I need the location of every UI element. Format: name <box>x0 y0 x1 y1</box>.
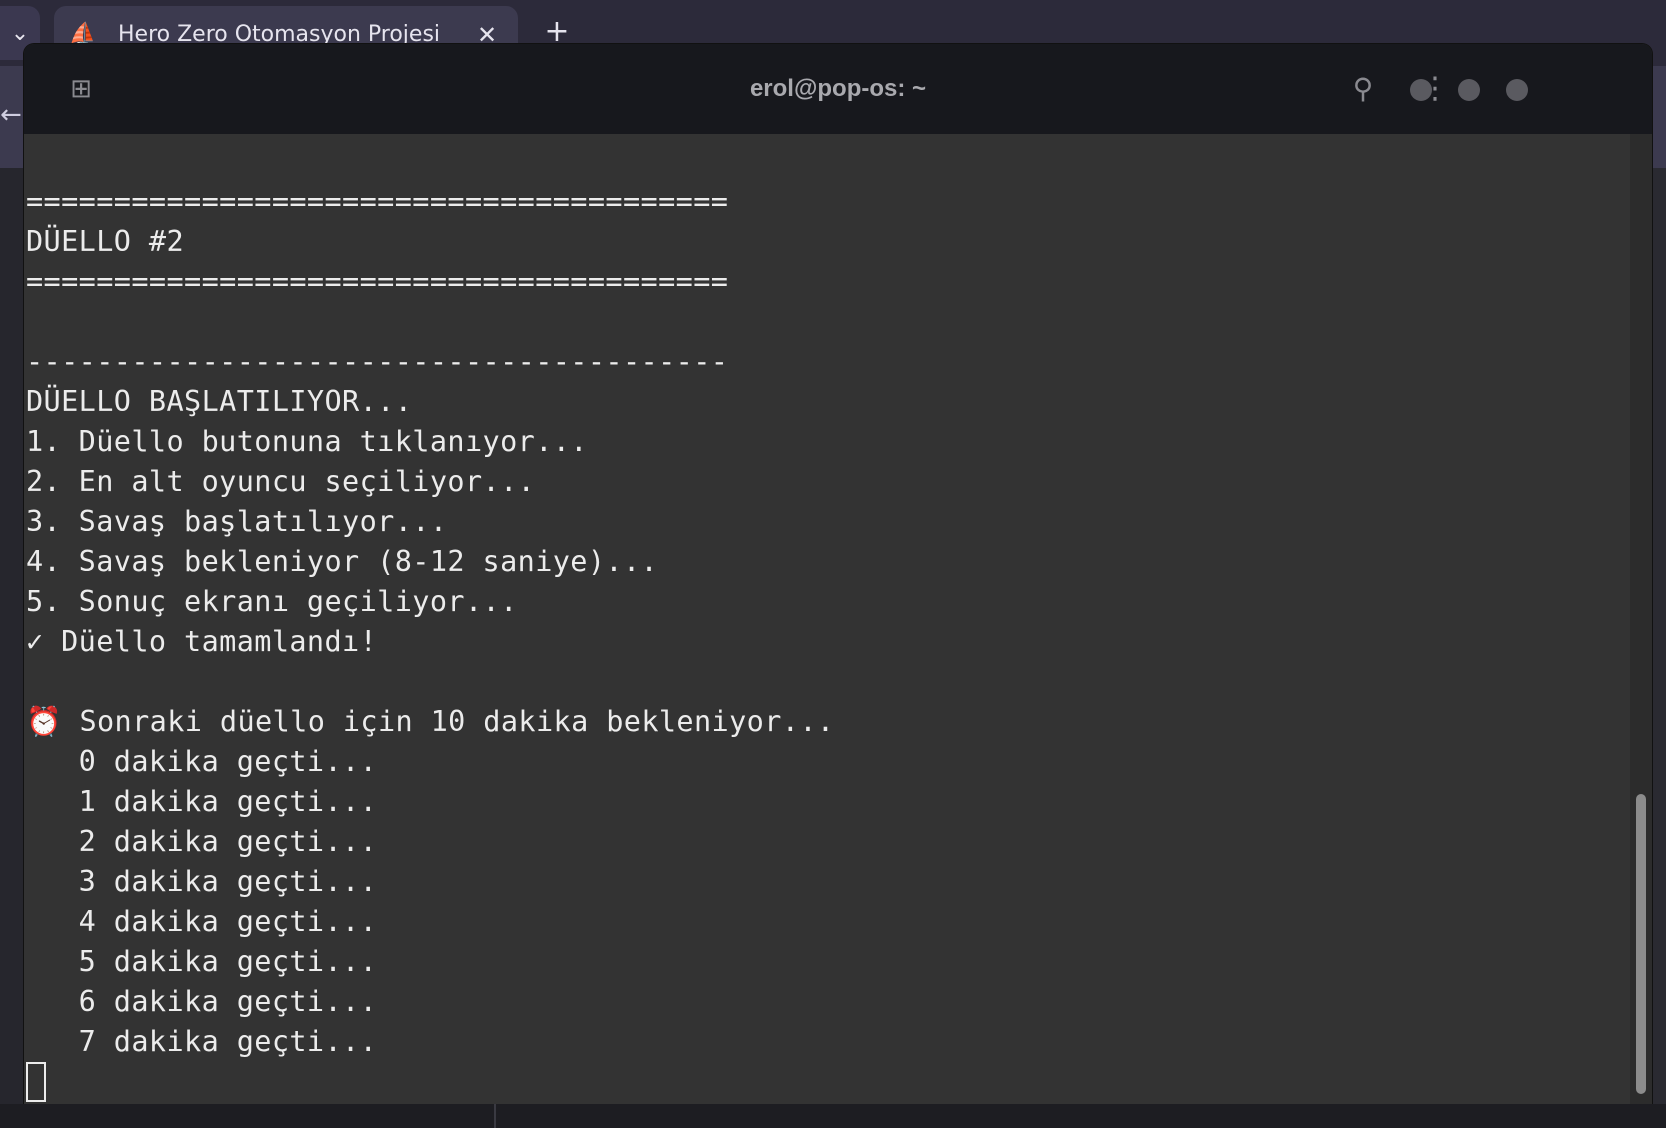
terminal-window: ⊞ erol@pop-os: ~ ⚲ ⋮ ===================… <box>24 44 1652 1104</box>
divider <box>494 1104 496 1128</box>
window-title: erol@pop-os: ~ <box>749 75 927 102</box>
terminal-line: 4 dakika geçti... <box>26 905 378 938</box>
terminal-line: 7 dakika geçti... <box>26 1025 378 1058</box>
back-arrow-icon[interactable]: ← <box>0 100 24 140</box>
terminal-line: 2. En alt oyuncu seçiliyor... <box>26 465 536 498</box>
terminal-output[interactable]: ========================================… <box>26 182 1616 1102</box>
terminal-line: 5 dakika geçti... <box>26 945 378 978</box>
terminal-line: 4. Savaş bekleniyor (8-12 saniye)... <box>26 545 659 578</box>
terminal-line: DÜELLO #2 <box>26 225 185 258</box>
prompt-line <box>26 1062 1616 1102</box>
terminal-line: 2 dakika geçti... <box>26 825 378 858</box>
terminal-line: ⏰ Sonraki düello için 10 dakika bekleniy… <box>26 705 835 738</box>
terminal-line: 5. Sonuç ekranı geçiliyor... <box>26 585 518 618</box>
terminal-line: 0 dakika geçti... <box>26 745 378 778</box>
terminal-line: 3. Savaş başlatılıyor... <box>26 505 448 538</box>
minimize-button[interactable] <box>1410 79 1432 101</box>
terminal-line: ======================================== <box>26 185 729 218</box>
terminal-line: 1 dakika geçti... <box>26 785 378 818</box>
terminal-line: ---------------------------------------- <box>26 345 729 378</box>
terminal-line: 1. Düello butonuna tıklanıyor... <box>26 425 588 458</box>
close-button[interactable] <box>1506 79 1528 101</box>
terminal-line: 3 dakika geçti... <box>26 865 378 898</box>
desktop: ⌄ ⛵ Hero Zero Otomasyon Projesi ✕ + ← ⊞ … <box>0 0 1666 1128</box>
terminal-line: 6 dakika geçti... <box>26 985 378 1018</box>
scrollbar-thumb[interactable] <box>1636 794 1646 1094</box>
search-icon[interactable]: ⚲ <box>1346 72 1380 106</box>
terminal-line: ======================================== <box>26 265 729 298</box>
background-window-edge <box>1652 168 1666 1104</box>
terminal-line: DÜELLO BAŞLATILIYOR... <box>26 385 413 418</box>
terminal-titlebar[interactable]: ⊞ erol@pop-os: ~ ⚲ ⋮ <box>24 44 1652 134</box>
background-window-strip <box>0 1104 1666 1128</box>
maximize-button[interactable] <box>1458 79 1480 101</box>
new-tab-icon[interactable]: ⊞ <box>64 72 98 106</box>
terminal-line: ✓ Düello tamamlandı! <box>26 625 378 658</box>
text-cursor <box>26 1062 46 1102</box>
